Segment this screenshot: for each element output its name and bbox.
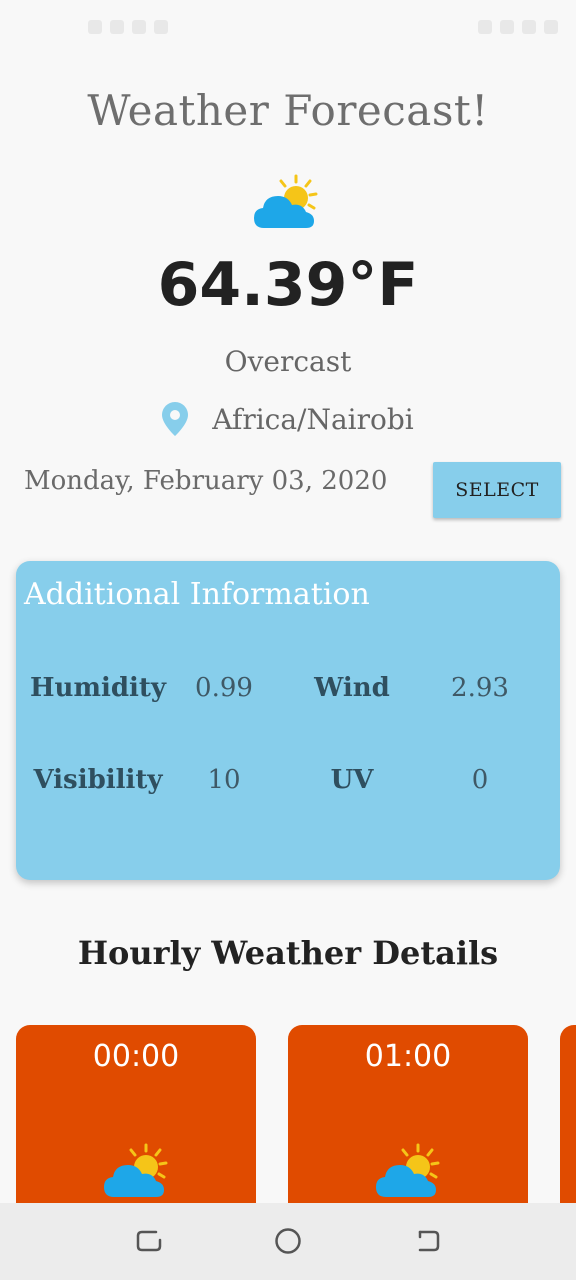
back-icon[interactable] [409, 1223, 445, 1259]
status-bar [0, 0, 576, 64]
card-title: Additional Information [24, 577, 370, 612]
home-icon[interactable] [270, 1223, 306, 1259]
partly-cloudy-icon [254, 174, 318, 228]
additional-info-card: Additional Information Humidity 0.99 Win… [16, 561, 560, 880]
partly-cloudy-icon [104, 1143, 168, 1197]
recent-apps-icon[interactable] [131, 1223, 167, 1259]
page-title: Weather Forecast! [87, 86, 489, 135]
selected-date: Monday, February 03, 2020 [24, 466, 388, 496]
hourly-card-partial[interactable] [560, 1025, 576, 1225]
hour-time: 01:00 [364, 1039, 452, 1074]
hour-time: 00:00 [92, 1039, 180, 1074]
alarm-icon [478, 20, 492, 34]
partly-cloudy-icon [376, 1143, 440, 1197]
temperature: 64.39°F [157, 250, 419, 320]
signal-icon [522, 20, 536, 34]
weather-condition: Overcast [224, 345, 352, 378]
system-navigation-bar [0, 1203, 576, 1280]
location-pin-icon [162, 402, 189, 436]
uv-value: 0 [471, 765, 489, 795]
message-icon [132, 20, 146, 34]
hourly-section-title: Hourly Weather Details [77, 934, 499, 972]
hourly-card[interactable]: 01:00 [288, 1025, 528, 1225]
notification-icon [88, 20, 102, 34]
hourly-card[interactable]: 00:00 [16, 1025, 256, 1225]
select-date-button[interactable]: SELECT [433, 462, 561, 518]
whatsapp-icon [154, 20, 168, 34]
location-name: Africa/Nairobi [212, 402, 414, 436]
location-row: Africa/Nairobi [0, 402, 576, 436]
notification-icon [110, 20, 124, 34]
wind-value: 2.93 [451, 673, 509, 703]
battery-icon [544, 20, 558, 34]
wifi-icon [500, 20, 514, 34]
